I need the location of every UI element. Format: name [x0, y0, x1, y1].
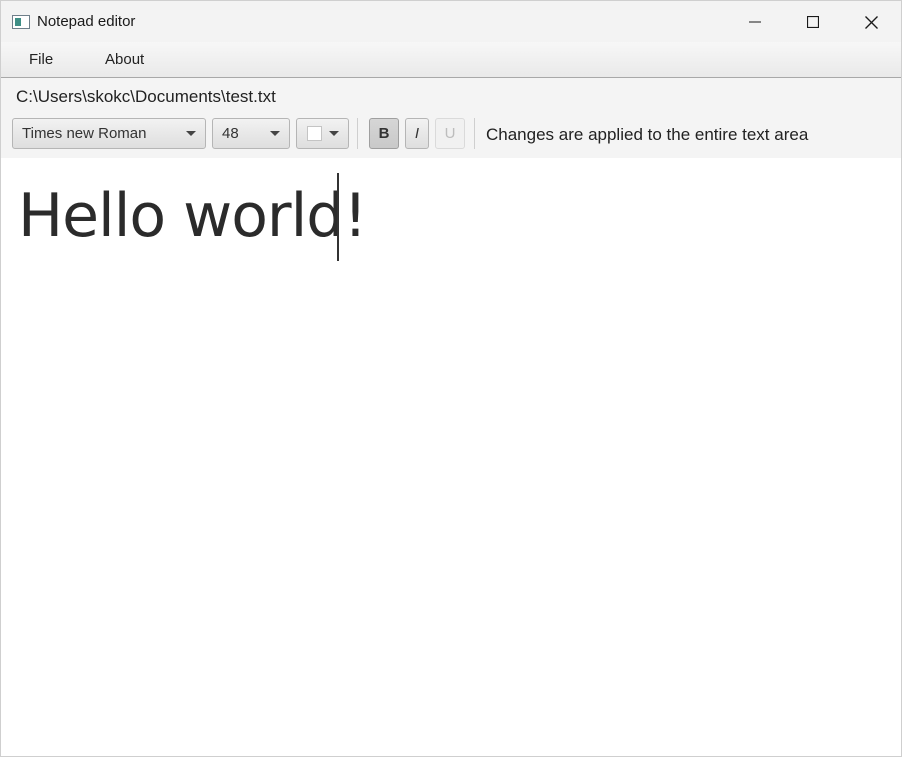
maximize-button[interactable]: [784, 1, 842, 43]
font-family-select[interactable]: Times new Roman: [12, 118, 206, 149]
notepad-window: Notepad editor File About C:\Users\skokc…: [0, 0, 902, 757]
close-button[interactable]: [842, 1, 900, 43]
menu-file[interactable]: File: [29, 51, 53, 68]
text-color-picker[interactable]: [296, 118, 349, 149]
close-icon: [864, 15, 878, 29]
chevron-down-icon: [329, 131, 339, 136]
text-caret: [337, 173, 339, 261]
title-bar[interactable]: Notepad editor: [1, 1, 901, 43]
minimize-button[interactable]: [726, 1, 784, 43]
format-toolbar: C:\Users\skokc\Documents\test.txt Times …: [1, 78, 901, 158]
toolbar-separator: [357, 118, 358, 149]
minimize-icon: [749, 21, 761, 23]
font-size-select[interactable]: 48: [212, 118, 290, 149]
underline-toggle[interactable]: U: [435, 118, 465, 149]
format-hint: Changes are applied to the entire text a…: [486, 125, 809, 144]
color-swatch: [307, 126, 322, 141]
text-area[interactable]: Hello world!: [1, 158, 901, 756]
toolbar-separator: [474, 118, 475, 149]
menu-bar: File About: [1, 42, 901, 78]
font-size-value: 48: [222, 125, 239, 142]
bold-toggle[interactable]: B: [369, 118, 399, 149]
file-path-label: C:\Users\skokc\Documents\test.txt: [16, 87, 276, 106]
window-title: Notepad editor: [37, 13, 136, 30]
notepad-icon: [12, 15, 30, 29]
font-family-value: Times new Roman: [22, 125, 147, 142]
editor-content: Hello world!: [18, 181, 367, 251]
chevron-down-icon: [270, 131, 280, 136]
chevron-down-icon: [186, 131, 196, 136]
maximize-icon: [807, 16, 819, 28]
menu-about[interactable]: About: [105, 51, 144, 68]
italic-toggle[interactable]: I: [405, 118, 429, 149]
